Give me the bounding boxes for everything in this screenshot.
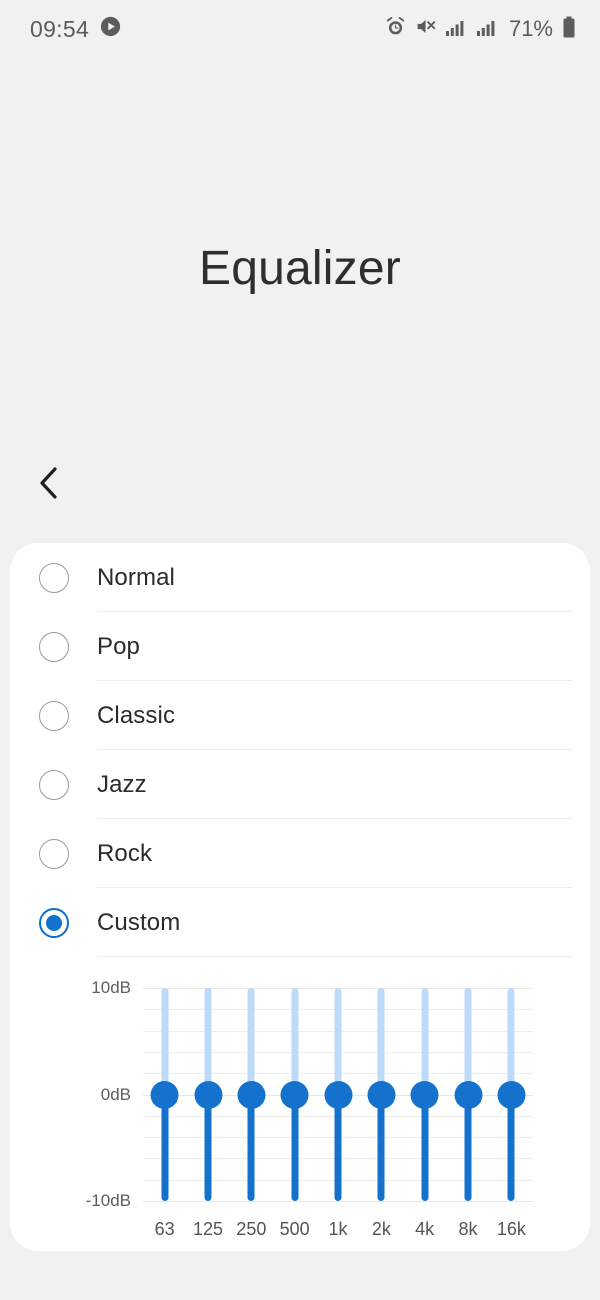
preset-row-pop[interactable]: Pop — [10, 612, 590, 681]
volume-mute-icon — [415, 16, 436, 42]
preset-row-custom[interactable]: Custom — [10, 888, 590, 957]
eq-slider-16k[interactable] — [497, 988, 526, 1201]
preset-label: Custom — [97, 908, 181, 936]
radio-button[interactable] — [38, 838, 69, 869]
eq-slider-knob[interactable] — [324, 1080, 352, 1109]
eq-slider-1k[interactable] — [324, 988, 352, 1201]
eq-slider-125[interactable] — [194, 988, 222, 1201]
eq-frequency-label: 125 — [192, 1219, 224, 1239]
eq-frequency-label: 2k — [371, 1219, 391, 1239]
eq-slider-track-inactive[interactable] — [291, 988, 299, 1095]
eq-slider-track-active[interactable] — [204, 1094, 212, 1201]
eq-slider-63[interactable] — [150, 988, 179, 1201]
equalizer-card: Normal Pop Classic Jazz Rock Custom 10dB 0dB -1… — [10, 543, 590, 1251]
eq-slider-track-active[interactable] — [247, 1094, 255, 1201]
back-button[interactable] — [26, 462, 72, 508]
eq-slider-8k[interactable] — [454, 988, 482, 1201]
radio-button[interactable] — [38, 562, 69, 593]
radio-button-selected[interactable] — [38, 907, 69, 938]
y-axis-label: -10dB — [85, 1191, 131, 1210]
radio-wrap[interactable] — [10, 769, 97, 800]
eq-slider-track-inactive[interactable] — [334, 988, 342, 1095]
signal-bars-icon — [476, 17, 498, 42]
eq-slider-track-inactive[interactable] — [161, 988, 169, 1095]
eq-frequency-label: 1k — [328, 1219, 348, 1239]
preset-label: Pop — [97, 632, 141, 660]
radio-wrap[interactable] — [10, 631, 97, 662]
eq-frequency-label: 250 — [236, 1219, 267, 1239]
radio-wrap[interactable] — [10, 907, 97, 938]
eq-slider-250[interactable] — [237, 988, 266, 1201]
preset-row-jazz[interactable]: Jazz — [10, 750, 590, 819]
row-divider — [97, 956, 572, 957]
equalizer-chart: 10dB 0dB -10dB 63 125 250 500 1k 2k 4k 8k 16k — [10, 961, 590, 1251]
eq-frequency-label: 500 — [279, 1219, 310, 1239]
page-title: Equalizer — [199, 242, 401, 295]
eq-frequency-label: 63 — [154, 1219, 175, 1239]
eq-slider-track-active[interactable] — [421, 1094, 429, 1201]
eq-slider-track-inactive[interactable] — [507, 988, 515, 1095]
eq-slider-knob[interactable] — [410, 1080, 439, 1109]
eq-slider-track-inactive[interactable] — [204, 988, 212, 1095]
y-axis-label: 10dB — [91, 978, 131, 997]
alarm-icon — [385, 16, 406, 42]
radio-button[interactable] — [38, 700, 69, 731]
eq-slider-track-active[interactable] — [291, 1094, 299, 1201]
radio-button[interactable] — [38, 769, 69, 800]
radio-button[interactable] — [38, 631, 69, 662]
eq-slider-track-active[interactable] — [334, 1094, 342, 1201]
battery-icon — [562, 16, 576, 43]
status-bar-left: 09:54 — [30, 16, 121, 43]
eq-slider-track-inactive[interactable] — [421, 988, 429, 1095]
battery-percent-label: 71% — [508, 16, 553, 41]
eq-slider-knob[interactable] — [150, 1080, 179, 1109]
signal-bars-icon — [445, 17, 467, 42]
eq-frequency-label: 4k — [415, 1219, 435, 1239]
preset-row-normal[interactable]: Normal — [10, 543, 590, 612]
eq-slider-knob[interactable] — [237, 1080, 266, 1109]
preset-label: Rock — [97, 839, 153, 867]
eq-slider-knob[interactable] — [280, 1080, 309, 1109]
eq-frequency-label: 16k — [496, 1219, 526, 1239]
eq-slider-track-active[interactable] — [161, 1094, 169, 1201]
radio-wrap[interactable] — [10, 562, 97, 593]
eq-slider-track-inactive[interactable] — [464, 988, 472, 1095]
eq-slider-knob[interactable] — [454, 1080, 482, 1109]
eq-slider-knob[interactable] — [194, 1080, 222, 1109]
radio-wrap[interactable] — [10, 838, 97, 869]
eq-slider-knob[interactable] — [497, 1080, 526, 1109]
preset-list: Normal Pop Classic Jazz Rock Custom — [10, 543, 590, 957]
eq-slider-500[interactable] — [280, 988, 309, 1201]
status-bar-right: 71% — [385, 16, 576, 43]
eq-slider-track-inactive[interactable] — [377, 988, 385, 1095]
play-circle-icon — [100, 16, 121, 42]
eq-slider-2k[interactable] — [367, 988, 396, 1201]
eq-slider-track-active[interactable] — [464, 1094, 472, 1201]
chevron-left-icon — [35, 466, 63, 505]
gridline — [143, 1201, 533, 1202]
preset-label: Classic — [97, 701, 176, 729]
preset-label: Normal — [97, 563, 175, 591]
eq-frequency-label: 8k — [458, 1219, 478, 1239]
y-axis-label: 0dB — [100, 1084, 131, 1104]
eq-slider-track-active[interactable] — [377, 1094, 385, 1201]
eq-slider-track-inactive[interactable] — [247, 988, 255, 1095]
preset-label: Jazz — [97, 770, 147, 798]
preset-row-rock[interactable]: Rock — [10, 819, 590, 888]
preset-row-classic[interactable]: Classic — [10, 681, 590, 750]
eq-slider-track-active[interactable] — [507, 1094, 515, 1201]
radio-wrap[interactable] — [10, 700, 97, 731]
eq-slider-knob[interactable] — [367, 1080, 396, 1109]
status-clock: 09:54 — [30, 15, 90, 42]
eq-slider-4k[interactable] — [410, 988, 439, 1201]
status-bar: 09:54 71% — [0, 0, 600, 58]
